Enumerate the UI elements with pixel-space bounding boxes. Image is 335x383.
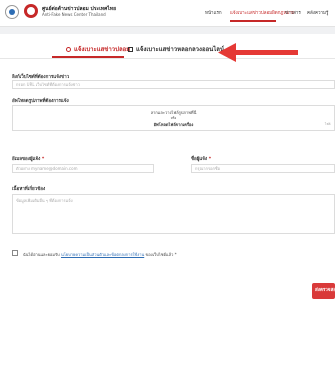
red-arrow-annotation — [218, 43, 298, 62]
details-textarea[interactable]: ข้อมูลเพิ่มเติมอื่น ๆ ที่ต้องการแจ้ง — [12, 194, 335, 234]
site-header: ศูนย์ต่อต้านข่าวปลอม ประเทศไทย Anti-Fake… — [0, 0, 335, 27]
upload-from-device-link[interactable]: อัพโหลดไฟล์จากเครื่อง — [13, 121, 334, 128]
tab-label: แจ้งเบาะแสข่าวปลอม — [74, 46, 131, 53]
warning-icon — [66, 46, 71, 52]
consent-checkbox[interactable] — [12, 250, 18, 256]
nav-knowledge[interactable]: คลังความรู้ — [307, 9, 328, 16]
submit-button[interactable]: ส่งตรวจสอบ — [312, 283, 335, 299]
upload-note: ไฟล์ — [325, 122, 331, 126]
tab-report-online-scam[interactable]: แจ้งเบาะแสข่าวหลอกลวงออนไลน์ — [128, 44, 224, 54]
name-input[interactable]: กรุณากรอกชื่อ — [191, 164, 335, 173]
document-icon — [128, 46, 133, 52]
dropzone-text: ลากและวางไฟล์รูปภาพที่นี่ — [150, 110, 197, 115]
email-label: อีเมลของผู้แจ้ง * — [12, 157, 45, 162]
name-label: ชื่อผู้แจ้ง * — [191, 157, 212, 162]
tab-label: แจ้งเบาะแสข่าวหลอกลวงออนไลน์ — [136, 46, 225, 53]
nav-news[interactable]: ข่าวสาร — [285, 9, 301, 16]
nav-home[interactable]: หน้าแรก — [205, 9, 222, 16]
image-dropzone[interactable]: ลากและวางไฟล์รูปภาพที่นี่ หรือ อัพโหลดไฟ… — [12, 105, 335, 131]
brand-subtitle: Anti-Fake News Center Thailand — [42, 12, 106, 17]
nav-active-indicator — [230, 20, 276, 22]
link-label: ลิงก์เว็บไซต์ที่ต้องการแจ้งข่าว — [12, 75, 70, 80]
consent-text: ฉันได้อ่านและยอมรับ นโยบายความเป็นส่วนตั… — [23, 252, 177, 257]
email-input[interactable]: ตัวอย่าง myname@domain.com — [12, 164, 154, 173]
tab-report-fake-news[interactable]: แจ้งเบาะแสข่าวปลอม — [66, 44, 130, 54]
upload-label: อัพโหลดรูปภาพที่ต้องการแจ้ง — [12, 99, 69, 104]
link-input[interactable]: กรอก URL เว็บไซต์ที่ต้องการแจ้งข่าว — [12, 80, 335, 89]
ministry-logo[interactable] — [24, 4, 38, 18]
privacy-policy-link[interactable]: นโยบายความเป็นส่วนตัวและข้อตกลงการใช้งาน — [61, 252, 144, 257]
center-logo[interactable] — [5, 5, 19, 19]
details-label: เนื้อหาที่เกี่ยวข้อง — [12, 187, 46, 192]
